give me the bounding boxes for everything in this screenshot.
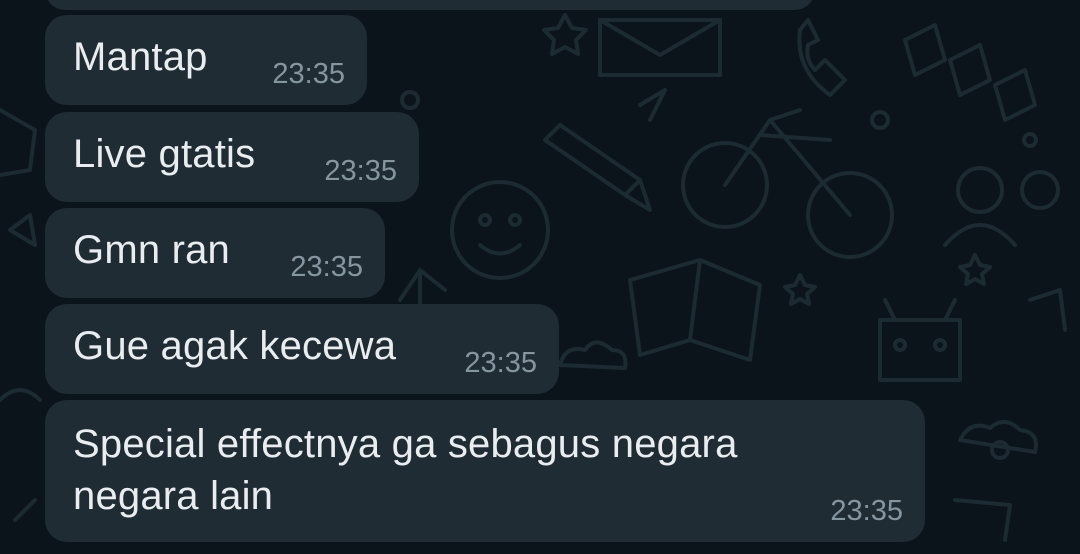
message-text: Live gtatis — [73, 132, 256, 176]
message-bubble[interactable]: Gmn ran 23:35 — [45, 208, 385, 298]
message-timestamp: 23:35 — [290, 251, 363, 283]
message-text: Special effectnya ga sebagus negara nega… — [73, 422, 738, 518]
message-text: Mantap — [73, 35, 208, 79]
message-timestamp: 23:35 — [272, 58, 345, 90]
message-timestamp: 23:35 — [830, 495, 903, 527]
chat-area[interactable]: Mantap 23:35 Live gtatis 23:35 Gmn ran 2… — [0, 0, 1080, 554]
message-bubble[interactable]: Special effectnya ga sebagus negara nega… — [45, 400, 925, 542]
previous-message-bubble[interactable] — [45, 0, 815, 10]
message-text: Gmn ran — [73, 228, 231, 272]
message-timestamp: 23:35 — [324, 155, 397, 187]
message-timestamp: 23:35 — [464, 347, 537, 379]
message-bubble[interactable]: Mantap 23:35 — [45, 15, 367, 105]
message-bubble[interactable]: Live gtatis 23:35 — [45, 112, 419, 202]
message-text: Gue agak kecewa — [73, 324, 397, 368]
message-bubble[interactable]: Gue agak kecewa 23:35 — [45, 304, 559, 394]
